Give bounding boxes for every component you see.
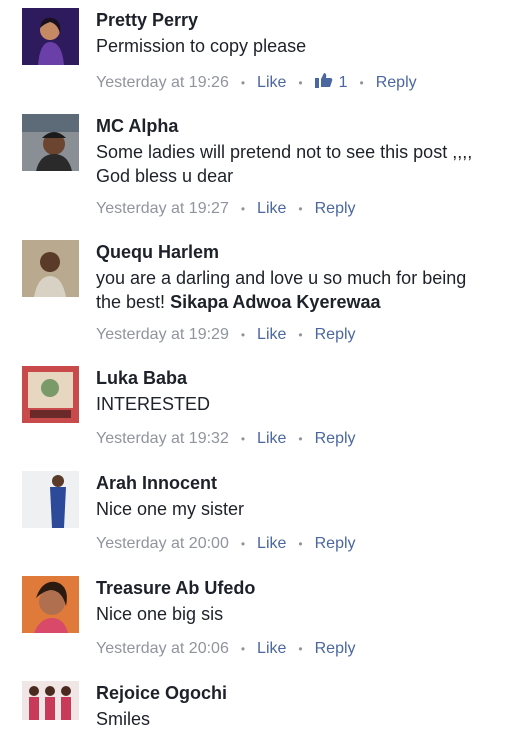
- comment-meta: Yesterday at 19:26 • Like • 1 • Reply: [96, 72, 417, 93]
- commenter-name[interactable]: MC Alpha: [96, 116, 178, 137]
- like-button[interactable]: Like: [257, 74, 286, 92]
- like-button[interactable]: Like: [257, 326, 286, 344]
- commenter-name[interactable]: Quequ Harlem: [96, 242, 219, 263]
- avatar[interactable]: [22, 471, 79, 528]
- like-button[interactable]: Like: [257, 535, 286, 553]
- comment-timestamp[interactable]: Yesterday at 20:06: [96, 640, 229, 658]
- like-button[interactable]: Like: [257, 430, 286, 448]
- separator: •: [240, 432, 246, 446]
- commenter-name[interactable]: Luka Baba: [96, 368, 187, 389]
- separator: •: [240, 537, 246, 551]
- reply-button[interactable]: Reply: [315, 326, 356, 344]
- comment-meta: Yesterday at 19:27 • Like • Reply: [96, 200, 356, 218]
- separator: •: [298, 328, 303, 342]
- separator: •: [298, 202, 303, 216]
- comment-timestamp[interactable]: Yesterday at 20:00: [96, 535, 229, 553]
- separator: •: [298, 432, 303, 446]
- reaction-count-value: 1: [338, 73, 348, 91]
- avatar[interactable]: [22, 114, 79, 171]
- reply-button[interactable]: Reply: [315, 200, 356, 218]
- comment-text: Some ladies will pretend not to see this…: [96, 142, 473, 186]
- separator: •: [298, 642, 303, 656]
- comment-meta: Yesterday at 19:29 • Like • Reply: [96, 326, 356, 344]
- comment-meta: Yesterday at 20:00 • Like • Reply: [96, 535, 356, 553]
- commenter-name[interactable]: Arah Innocent: [96, 473, 217, 494]
- avatar[interactable]: [22, 681, 79, 720]
- avatar[interactable]: [22, 576, 79, 633]
- like-button[interactable]: Like: [257, 200, 286, 218]
- avatar[interactable]: [22, 240, 79, 297]
- avatar[interactable]: [22, 8, 79, 65]
- comment-text: Nice one big sis: [96, 604, 224, 624]
- comment-text: Permission to copy please: [96, 36, 307, 56]
- comment-meta: Yesterday at 20:06 • Like • Reply: [96, 640, 356, 658]
- reply-button[interactable]: Reply: [315, 640, 356, 658]
- separator: •: [240, 202, 246, 216]
- separator: •: [359, 75, 364, 90]
- reply-button[interactable]: Reply: [376, 74, 417, 92]
- comment-text: you are a darling and love u so much for…: [96, 266, 496, 314]
- comment-timestamp[interactable]: Yesterday at 19:32: [96, 430, 229, 448]
- separator: •: [240, 642, 246, 656]
- commenter-name[interactable]: Pretty Perry: [96, 10, 198, 31]
- commenter-name[interactable]: Rejoice Ogochi: [96, 683, 227, 704]
- like-button[interactable]: Like: [257, 640, 286, 658]
- thumbs-up-icon: [314, 72, 333, 93]
- separator: •: [240, 75, 246, 90]
- separator: •: [240, 328, 246, 342]
- commenter-name[interactable]: Treasure Ab Ufedo: [96, 578, 255, 599]
- comment-text: Nice one my sister: [96, 499, 245, 519]
- comment-timestamp[interactable]: Yesterday at 19:27: [96, 200, 229, 218]
- comment-timestamp[interactable]: Yesterday at 19:26: [96, 74, 229, 92]
- comment-meta: Yesterday at 19:32 • Like • Reply: [96, 430, 356, 448]
- reply-button[interactable]: Reply: [315, 535, 356, 553]
- mention-link[interactable]: Sikapa Adwoa Kyerewaa: [170, 292, 380, 312]
- separator: •: [298, 75, 303, 90]
- avatar[interactable]: [22, 366, 79, 423]
- separator: •: [298, 537, 303, 551]
- comment-timestamp[interactable]: Yesterday at 19:29: [96, 326, 229, 344]
- comment-text: Smiles: [96, 709, 151, 729]
- comment-text: INTERESTED: [96, 394, 211, 414]
- reply-button[interactable]: Reply: [315, 430, 356, 448]
- reaction-count[interactable]: 1: [314, 72, 348, 93]
